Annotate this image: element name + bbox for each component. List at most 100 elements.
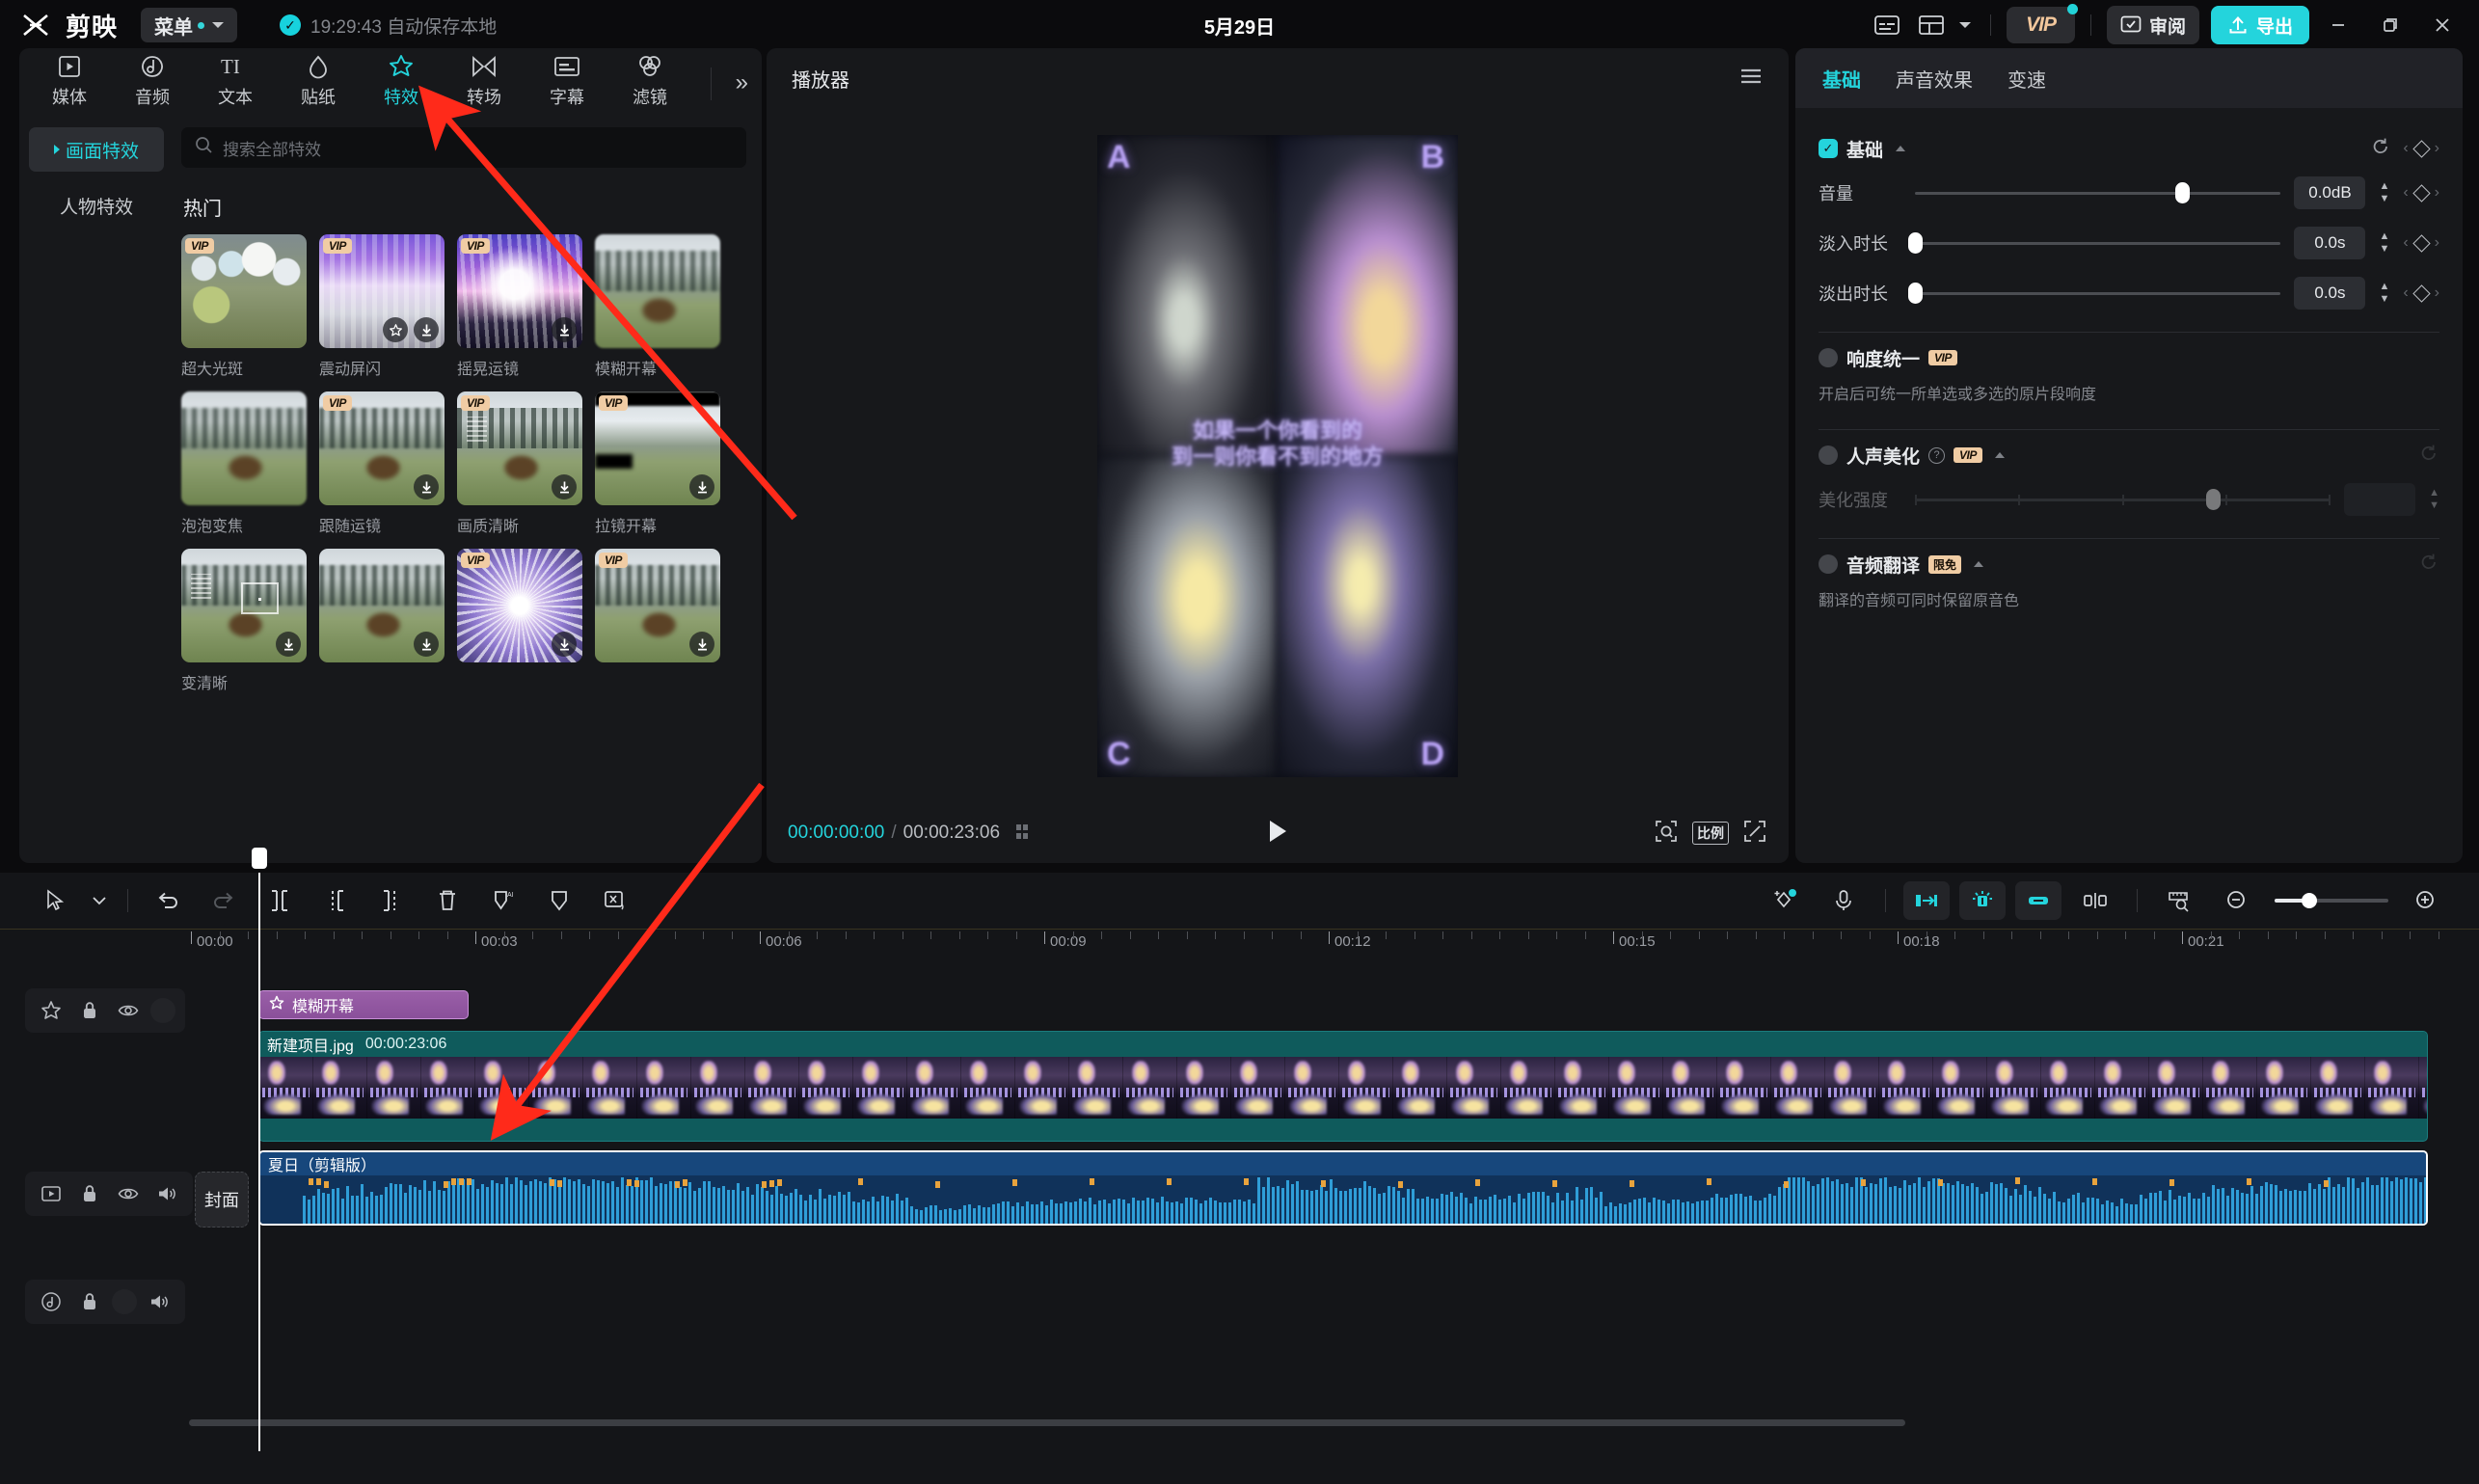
tab-subtitle[interactable]: 字幕: [526, 53, 607, 109]
parameter-stepper[interactable]: ▲ ▼: [2379, 181, 2389, 204]
tab-sticker[interactable]: 贴纸: [278, 53, 359, 109]
lock-icon[interactable]: [73, 994, 106, 1027]
eye-icon[interactable]: [112, 994, 145, 1027]
speaker-icon[interactable]: [143, 1285, 175, 1318]
download-button[interactable]: [689, 474, 714, 499]
parameter-value[interactable]: 0.0dB: [2294, 176, 2366, 209]
download-button[interactable]: [552, 317, 577, 342]
tab-text[interactable]: TI 文本: [195, 53, 276, 109]
magnet-icon[interactable]: [1959, 881, 2006, 920]
effect-thumbnail[interactable]: [595, 234, 720, 348]
detach-audio-icon[interactable]: [587, 879, 643, 922]
effect-item[interactable]: 模糊开幕: [595, 234, 720, 379]
vip-button[interactable]: VIP: [2007, 4, 2078, 43]
tab-basic[interactable]: 基础: [1822, 65, 1861, 93]
playhead[interactable]: [252, 848, 267, 1451]
layout-icon[interactable]: [1912, 7, 1951, 43]
zoom-knob[interactable]: [2302, 893, 2317, 908]
effect-item[interactable]: VIP 震动屏闪: [319, 234, 445, 379]
collapse-triangle-icon[interactable]: [1896, 146, 1906, 151]
next-keyframe-icon[interactable]: ›: [2435, 234, 2439, 252]
voice-beauty-stepper[interactable]: ▲ ▼: [2429, 488, 2439, 511]
keyframe-diamond-icon[interactable]: [2412, 283, 2431, 303]
zoom-out-icon[interactable]: [2209, 879, 2265, 922]
effect-thumbnail[interactable]: VIP: [457, 391, 582, 505]
slider-knob[interactable]: [1908, 283, 1923, 304]
eye-icon[interactable]: [112, 1177, 145, 1210]
category-picture-effects[interactable]: 画面特效: [29, 127, 164, 172]
tab-effects[interactable]: 特效: [361, 53, 442, 109]
parameter-value[interactable]: 0.0s: [2294, 227, 2366, 259]
lock-icon[interactable]: [73, 1177, 106, 1210]
tab-filter[interactable]: 滤镜: [609, 53, 690, 109]
play-icon[interactable]: [1265, 818, 1290, 850]
keyframe-diamond-icon[interactable]: [2412, 139, 2431, 158]
lock-icon[interactable]: [73, 1285, 106, 1318]
effect-item[interactable]: VIP: [457, 549, 582, 693]
link-icon[interactable]: [2015, 881, 2061, 920]
effect-thumbnail[interactable]: VIP: [181, 234, 307, 348]
redo-icon[interactable]: [196, 879, 252, 922]
trim-left-icon[interactable]: [308, 879, 364, 922]
microphone-icon[interactable]: [1816, 879, 1872, 922]
loudness-toggle[interactable]: [1819, 348, 1838, 367]
effect-thumbnail[interactable]: VIP: [319, 234, 445, 348]
slider-knob[interactable]: [1908, 232, 1923, 254]
effect-item[interactable]: VIP 跟随运镜: [319, 391, 445, 536]
caption-icon[interactable]: [1868, 7, 1906, 43]
slider-knob[interactable]: [2175, 182, 2190, 203]
audio-translate-toggle[interactable]: [1819, 554, 1838, 574]
download-button[interactable]: [414, 317, 439, 342]
search-input[interactable]: 搜索全部特效: [181, 127, 746, 168]
music-icon[interactable]: [35, 1285, 67, 1318]
effect-star-icon[interactable]: [35, 994, 67, 1027]
gap-icon[interactable]: [2067, 879, 2123, 922]
help-icon[interactable]: ?: [1928, 446, 1946, 464]
effect-thumbnail[interactable]: [319, 549, 445, 662]
effect-thumbnail[interactable]: VIP: [595, 549, 720, 662]
voice-beauty-toggle[interactable]: [1819, 445, 1838, 465]
keyframe-diamond-icon[interactable]: [2412, 183, 2431, 202]
cursor-icon[interactable]: [27, 879, 83, 922]
download-button[interactable]: [276, 632, 301, 657]
voice-beauty-value[interactable]: [2344, 483, 2416, 516]
parameter-stepper[interactable]: ▲ ▼: [2379, 282, 2389, 305]
parameter-value[interactable]: 0.0s: [2294, 277, 2366, 310]
parameter-slider[interactable]: [1908, 283, 2281, 304]
favorite-button[interactable]: [383, 317, 408, 342]
download-button[interactable]: [552, 632, 577, 657]
effect-thumbnail[interactable]: [181, 549, 307, 662]
video-preview[interactable]: A B C D 如果一个你看到的 到一则你看不到的地方: [1097, 134, 1458, 777]
next-keyframe-icon[interactable]: ›: [2435, 284, 2439, 302]
effect-item[interactable]: VIP 画质清晰: [457, 391, 582, 536]
prev-keyframe-icon[interactable]: ‹: [2403, 234, 2408, 252]
hamburger-icon[interactable]: [1738, 67, 1764, 91]
effect-item[interactable]: VIP 摇晃运镜: [457, 234, 582, 379]
prev-keyframe-icon[interactable]: ‹: [2403, 284, 2408, 302]
undo-icon[interactable]: [140, 879, 196, 922]
parameter-slider[interactable]: [1915, 182, 2281, 203]
effect-thumbnail[interactable]: VIP: [457, 234, 582, 348]
voice-beauty-slider[interactable]: [1915, 489, 2331, 510]
collapse-triangle-icon[interactable]: [1974, 561, 1984, 567]
prev-keyframe-icon[interactable]: ‹: [2403, 184, 2408, 202]
tab-audio[interactable]: 音频: [112, 53, 193, 109]
reset-icon[interactable]: [2418, 443, 2439, 469]
trim-right-icon[interactable]: [364, 879, 419, 922]
effect-item[interactable]: VIP 拉镜开幕: [595, 391, 720, 536]
tab-media[interactable]: 媒体: [29, 53, 110, 109]
snap-left-icon[interactable]: [1903, 881, 1950, 920]
ratio-button[interactable]: 比例: [1692, 822, 1729, 845]
prev-keyframe-icon[interactable]: ‹: [2403, 140, 2408, 157]
more-tabs-button[interactable]: »: [736, 69, 748, 96]
effect-item[interactable]: VIP: [595, 549, 720, 693]
effect-item[interactable]: [319, 549, 445, 693]
category-character-effects[interactable]: 人物特效: [29, 183, 164, 228]
menu-button[interactable]: 菜单: [141, 8, 238, 42]
shield-icon[interactable]: [531, 879, 587, 922]
timeline-horizontal-scrollbar[interactable]: [189, 1419, 1905, 1426]
magic-keyframe-icon[interactable]: [1758, 879, 1814, 922]
reset-icon[interactable]: [2418, 552, 2439, 578]
effect-thumbnail[interactable]: [181, 391, 307, 505]
next-keyframe-icon[interactable]: ›: [2435, 140, 2439, 157]
